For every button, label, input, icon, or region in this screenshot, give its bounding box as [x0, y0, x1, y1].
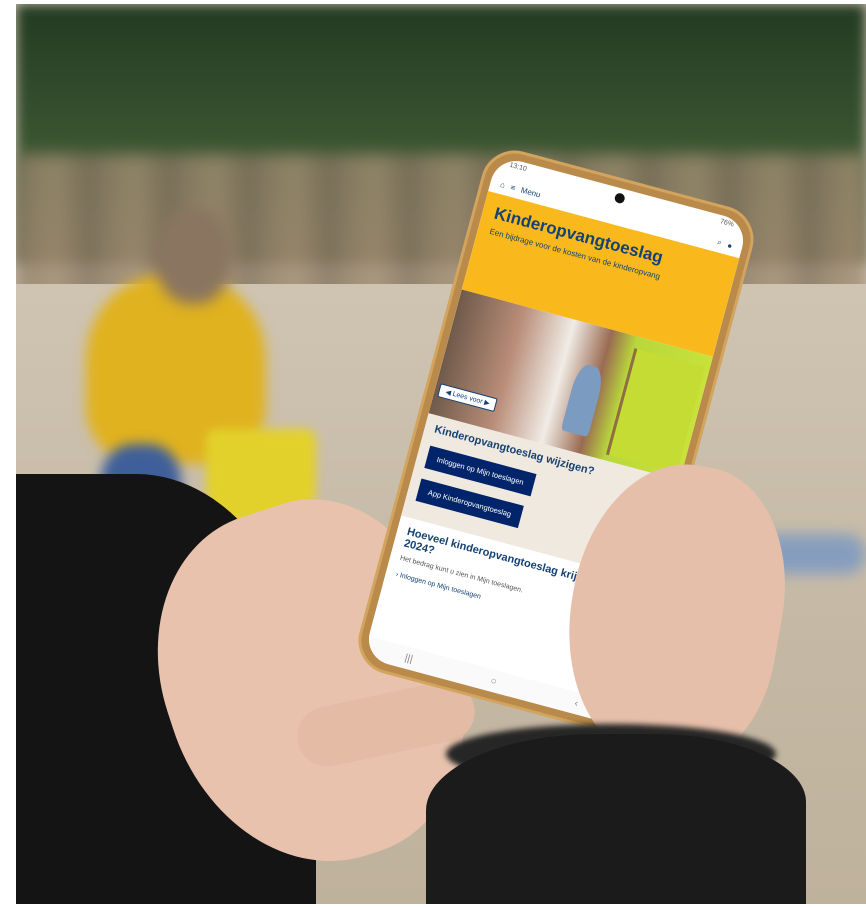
menu-icon[interactable]: ≡ [510, 182, 517, 192]
home-icon[interactable]: ⌂ [499, 180, 506, 190]
read-aloud-button[interactable]: ◀ Lees voor ▶ [437, 383, 499, 413]
recent-apps-icon[interactable]: ||| [404, 652, 414, 665]
child-head [156, 209, 231, 304]
home-button-icon[interactable]: ○ [489, 675, 498, 687]
read-aloud-label: Lees voor [451, 390, 484, 406]
user-icon[interactable]: ● [726, 240, 733, 250]
menu-label[interactable]: Menu [520, 185, 542, 199]
photo-scene: 13:10 76% ⌂ ≡ Menu ⌕ ● Kinderopvangtoesl… [16, 4, 866, 904]
black-coat-sleeve [426, 734, 806, 904]
child-in-photo [560, 362, 606, 438]
back-icon[interactable]: ‹ [573, 698, 579, 709]
search-icon[interactable]: ⌕ [716, 237, 723, 248]
